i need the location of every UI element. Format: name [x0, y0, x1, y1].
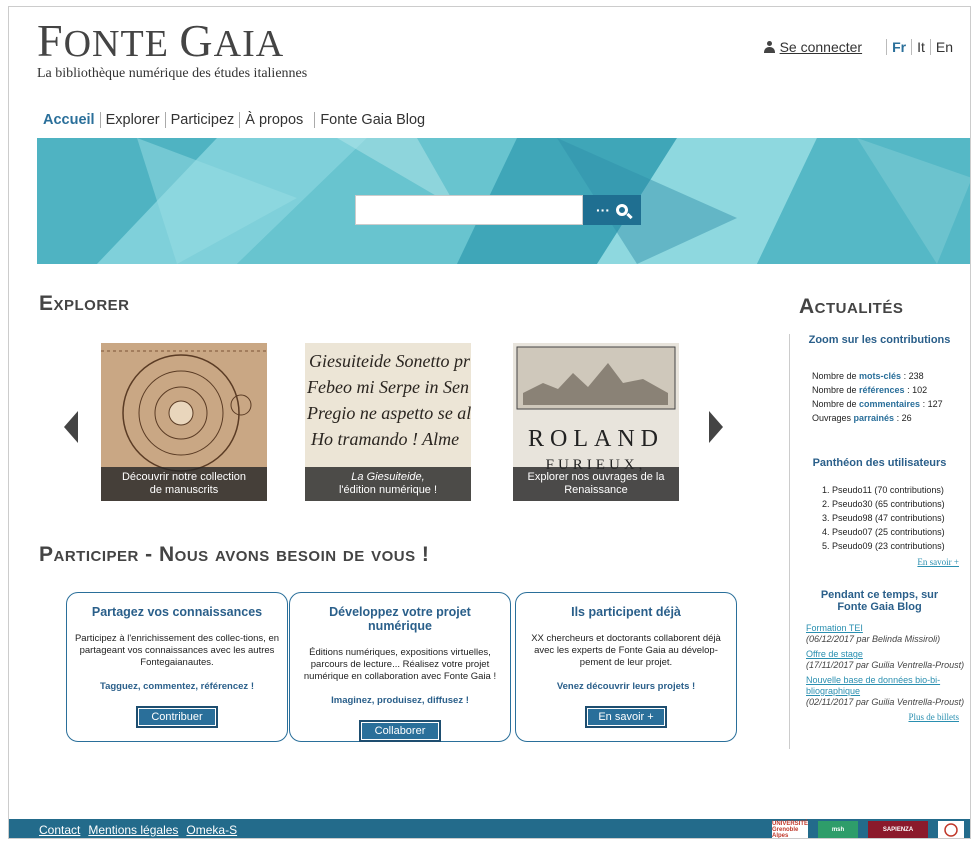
carousel-card-giesuiteide[interactable]: Giesuiteide Sonetto prim Febeo mi Serpe …: [305, 343, 471, 501]
box-cta: Imaginez, produisez, diffusez !: [331, 695, 469, 706]
partner-logo-seal[interactable]: [938, 821, 964, 838]
blog-meta: (06/12/2017 par Belinda Missiroli): [806, 634, 941, 644]
blog-item: Formation TEI (06/12/2017 par Belinda Mi…: [806, 623, 969, 645]
search-input[interactable]: [355, 195, 583, 225]
news-sidebar: Zoom sur les contributions Nombre de mot…: [789, 334, 969, 749]
card-caption: La Giesuiteide, l'édition numérique !: [305, 467, 471, 501]
partner-logo-sapienza[interactable]: SAPIENZA: [868, 821, 928, 838]
search-button[interactable]: ···: [583, 195, 641, 225]
blog-link[interactable]: Offre de stage: [806, 649, 863, 659]
box-title: Ils participent déjà: [571, 605, 681, 619]
main-nav: Accueil Explorer Participez À propos Fon…: [43, 112, 430, 128]
blog-item: Offre de stage (17/11/2017 par Guilia Ve…: [806, 649, 969, 671]
login-label: Se connecter: [779, 39, 863, 55]
nav-a-propos[interactable]: À propos: [239, 112, 308, 128]
more-options-icon: ···: [596, 202, 610, 218]
site-logo[interactable]: FONTE GAIA La bibliothèque numérique des…: [37, 15, 308, 82]
box-title: Partagez vos connaissances: [91, 605, 263, 619]
box-text: XX chercheurs et doctorants collaborent …: [531, 633, 721, 668]
collaborer-button[interactable]: Collaborer: [359, 720, 441, 742]
blog-item: Nouvelle base de données bio-bi-bliograp…: [806, 675, 969, 708]
hero-banner: ···: [37, 138, 970, 264]
nav-explorer[interactable]: Explorer: [99, 112, 165, 128]
stat-item: Ouvrages parrainés : 26: [812, 413, 912, 423]
user-icon: [763, 41, 775, 53]
stat-item: Nombre de références : 102: [812, 385, 928, 395]
partner-logo-msh[interactable]: msh: [818, 821, 858, 838]
explorer-title: Explorer: [39, 292, 130, 315]
more-posts-link[interactable]: Plus de billets: [790, 712, 969, 722]
footer-link-contact[interactable]: Contact: [39, 823, 80, 837]
blog-link[interactable]: Nouvelle base de données bio-bi-bliograp…: [806, 675, 940, 696]
pantheon-item: 3. Pseudo98 (47 contributions): [822, 513, 945, 523]
carousel-card-manuscrits[interactable]: Découvrir notre collection de manuscrits: [101, 343, 267, 501]
nav-accueil[interactable]: Accueil: [43, 112, 100, 128]
stat-item: Nombre de commentaires : 127: [812, 399, 943, 409]
pantheon-title: Panthéon des utilisateurs: [812, 457, 947, 469]
footer: Contact Mentions légales Omeka-S UNIVERS…: [9, 819, 970, 838]
blog-link[interactable]: Formation TEI: [806, 623, 863, 633]
stat-link-references[interactable]: références: [859, 385, 905, 395]
en-savoir-plus-button[interactable]: En savoir +: [585, 706, 667, 728]
box-text: Éditions numériques, expositions virtuel…: [303, 647, 497, 682]
footer-link-omeka[interactable]: Omeka-S: [186, 823, 237, 837]
search-icon: [616, 204, 628, 216]
lang-en[interactable]: En: [929, 39, 958, 55]
box-cta: Tagguez, commentez, référencez !: [100, 681, 254, 692]
stat-link-mots-cles[interactable]: mots-clés: [859, 371, 901, 381]
pantheon-more-link[interactable]: En savoir +: [790, 557, 969, 567]
logo-title: FONTE GAIA: [37, 15, 285, 66]
lang-fr[interactable]: Fr: [886, 39, 911, 55]
stat-link-parraines[interactable]: parrainés: [854, 413, 895, 423]
blog-list: Formation TEI (06/12/2017 par Belinda Mi…: [790, 623, 969, 708]
page-frame: FONTE GAIA La bibliothèque numérique des…: [8, 6, 971, 839]
top-bar: Se connecter Fr It En: [763, 39, 958, 55]
pantheon-item: 1. Pseudo11 (70 contributions): [822, 485, 944, 495]
pantheon-item: 4. Pseudo07 (25 contributions): [822, 527, 945, 537]
svg-text:ROLAND: ROLAND: [528, 426, 664, 452]
actualites-title: Actualités: [799, 295, 904, 318]
contribuer-button[interactable]: Contribuer: [136, 706, 218, 728]
box-title: Développez votre projet numérique: [329, 605, 471, 633]
carousel-next-icon[interactable]: [709, 411, 723, 443]
lang-it[interactable]: It: [911, 39, 930, 55]
stats-list: Nombre de mots-clés : 238 Nombre de réfé…: [790, 369, 969, 425]
carousel-card-renaissance[interactable]: ROLAND FURIEUX, Explorer nos ouvrages de…: [513, 343, 679, 501]
card-caption: Explorer nos ouvrages de la Renaissance: [513, 467, 679, 501]
pantheon-item: 5. Pseudo09 (23 contributions): [822, 541, 945, 551]
partner-logos: UNIVERSITÉ Grenoble Alpes msh SAPIENZA: [772, 821, 964, 838]
participer-box-projet: Développez votre projet numérique Éditio…: [289, 592, 511, 742]
card-caption: Découvrir notre collection de manuscrits: [101, 467, 267, 501]
blog-meta: (17/11/2017 par Guilia Ventrella-Proust): [806, 660, 965, 670]
box-text: Participez à l'enrichissement des collec…: [74, 633, 280, 668]
participer-box-participants: Ils participent déjà XX chercheurs et do…: [515, 592, 737, 742]
zoom-title: Zoom sur les contributions: [808, 334, 951, 346]
box-cta: Venez découvrir leurs projets !: [556, 681, 696, 692]
stat-link-commentaires[interactable]: commentaires: [859, 399, 920, 409]
blog-meta: (02/11/2017 par Guilia Ventrella-Proust): [806, 697, 965, 707]
carousel-prev-icon[interactable]: [64, 411, 78, 443]
nav-participez[interactable]: Participez: [164, 112, 240, 128]
logo-subtitle: La bibliothèque numérique des études ita…: [37, 66, 308, 81]
footer-link-mentions[interactable]: Mentions légales: [88, 823, 178, 837]
pantheon-item: 2. Pseudo30 (65 contributions): [822, 499, 945, 509]
login-link[interactable]: Se connecter: [763, 39, 863, 55]
pantheon-list: 1. Pseudo11 (70 contributions) 2. Pseudo…: [790, 483, 969, 553]
participer-title: Participer - Nous avons besoin de vous !: [39, 543, 430, 566]
participer-box-connaissances: Partagez vos connaissances Participez à …: [66, 592, 288, 742]
blog-title: Pendant ce temps, sur Fonte Gaia Blog: [820, 589, 939, 613]
partner-logo-uga[interactable]: UNIVERSITÉ Grenoble Alpes: [772, 821, 808, 838]
nav-blog[interactable]: Fonte Gaia Blog: [314, 112, 430, 128]
stat-item: Nombre de mots-clés : 238: [812, 371, 924, 381]
